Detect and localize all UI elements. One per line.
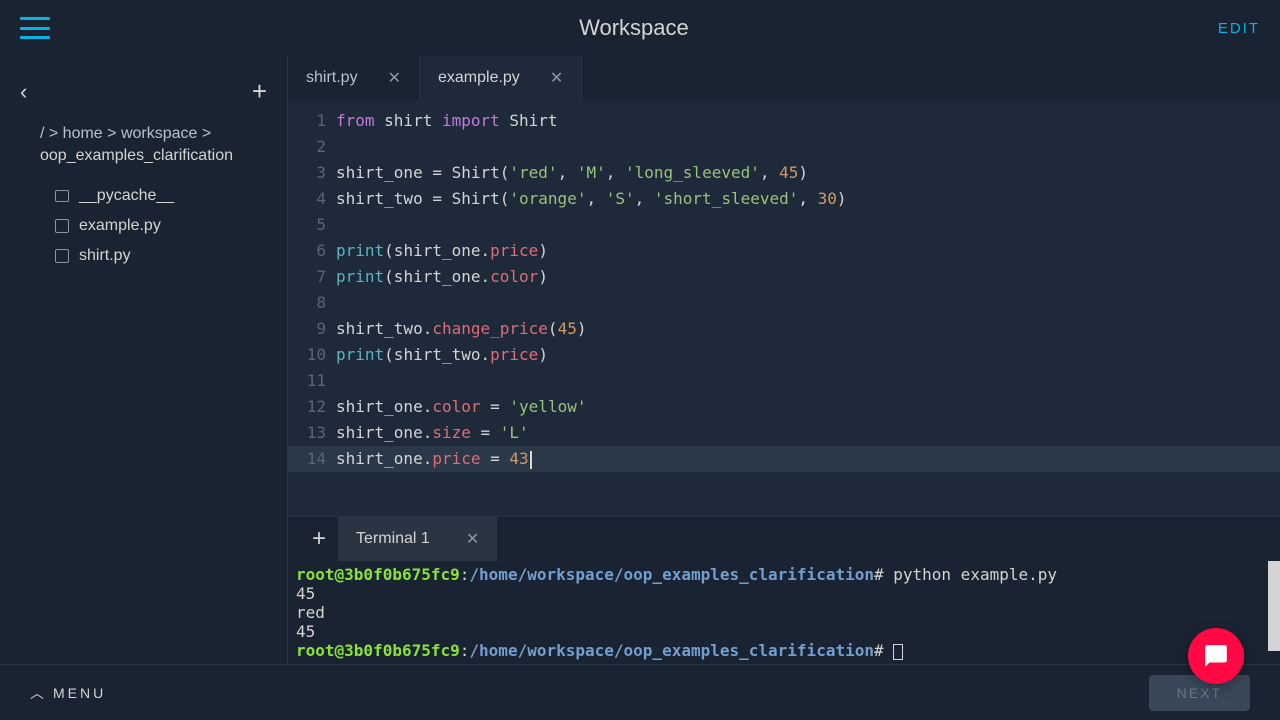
editor-tab[interactable]: shirt.py ✕	[288, 56, 420, 100]
editor-tabs: shirt.py ✕ example.py ✕	[288, 56, 1280, 100]
code-line[interactable]: 7print(shirt_one.color)	[288, 264, 1280, 290]
code-line[interactable]: 3shirt_one = Shirt('red', 'M', 'long_sle…	[288, 160, 1280, 186]
line-number: 7	[288, 264, 336, 290]
tab-label: example.py	[438, 69, 520, 87]
line-number: 6	[288, 238, 336, 264]
code-editor[interactable]: 1from shirt import Shirt23shirt_one = Sh…	[288, 100, 1280, 516]
chevron-up-icon: ︿	[30, 683, 47, 703]
text-cursor	[530, 451, 532, 469]
line-number: 14	[288, 446, 336, 472]
code-content: shirt_one = Shirt('red', 'M', 'long_slee…	[336, 160, 1280, 186]
file-name: example.py	[79, 217, 161, 235]
terminal-cursor	[893, 644, 903, 660]
folder-item[interactable]: __pycache__	[0, 181, 287, 211]
menu-toggle[interactable]: ︿ MENU	[30, 683, 106, 703]
line-number: 4	[288, 186, 336, 212]
line-number: 13	[288, 420, 336, 446]
code-line[interactable]: 13shirt_one.size = 'L'	[288, 420, 1280, 446]
code-line[interactable]: 12shirt_one.color = 'yellow'	[288, 394, 1280, 420]
code-content: shirt_two.change_price(45)	[336, 316, 1280, 342]
file-name: __pycache__	[79, 187, 174, 205]
code-content	[336, 134, 1280, 160]
chat-icon	[1203, 643, 1229, 669]
breadcrumb[interactable]: / > home > workspace >	[0, 117, 287, 145]
code-line[interactable]: 4shirt_two = Shirt('orange', 'S', 'short…	[288, 186, 1280, 212]
code-content	[336, 290, 1280, 316]
file-icon	[55, 219, 69, 233]
bottom-bar: ︿ MENU NEXT	[0, 664, 1280, 720]
code-content	[336, 212, 1280, 238]
file-list: __pycache__ example.py shirt.py	[0, 175, 287, 277]
terminal-panel: + Terminal 1 ✕ root@3b0f0b675fc9:/home/w…	[288, 516, 1280, 664]
scrollbar[interactable]	[1268, 561, 1280, 651]
line-number: 8	[288, 290, 336, 316]
current-folder: oop_examples_clarification	[0, 145, 287, 175]
terminal-tab[interactable]: Terminal 1 ✕	[338, 517, 497, 561]
file-name: shirt.py	[79, 247, 131, 265]
terminal-line: red	[296, 603, 1272, 622]
code-line[interactable]: 6print(shirt_one.price)	[288, 238, 1280, 264]
chat-button[interactable]	[1188, 628, 1244, 684]
code-line[interactable]: 2	[288, 134, 1280, 160]
line-number: 5	[288, 212, 336, 238]
file-explorer-sidebar: ‹ + / > home > workspace > oop_examples_…	[0, 56, 288, 664]
new-file-icon[interactable]: +	[252, 76, 267, 107]
next-button[interactable]: NEXT	[1149, 675, 1250, 711]
line-number: 9	[288, 316, 336, 342]
code-line[interactable]: 11	[288, 368, 1280, 394]
code-line[interactable]: 1from shirt import Shirt	[288, 108, 1280, 134]
code-content: shirt_one.color = 'yellow'	[336, 394, 1280, 420]
file-item[interactable]: shirt.py	[0, 241, 287, 271]
terminal-line: root@3b0f0b675fc9:/home/workspace/oop_ex…	[296, 641, 1272, 660]
new-terminal-icon[interactable]: +	[300, 525, 338, 553]
line-number: 1	[288, 108, 336, 134]
top-bar: Workspace EDIT	[0, 0, 1280, 56]
close-icon[interactable]: ✕	[388, 68, 401, 88]
editor-area: shirt.py ✕ example.py ✕ 1from shirt impo…	[288, 56, 1280, 664]
file-item[interactable]: example.py	[0, 211, 287, 241]
terminal-line: 45	[296, 622, 1272, 641]
line-number: 2	[288, 134, 336, 160]
terminal-output[interactable]: root@3b0f0b675fc9:/home/workspace/oop_ex…	[288, 561, 1280, 664]
code-content: shirt_one.size = 'L'	[336, 420, 1280, 446]
terminal-tab-label: Terminal 1	[356, 530, 430, 548]
edit-button[interactable]: EDIT	[1218, 20, 1260, 37]
tab-label: shirt.py	[306, 69, 358, 87]
code-content: shirt_two = Shirt('orange', 'S', 'short_…	[336, 186, 1280, 212]
code-line[interactable]: 14shirt_one.price = 43	[288, 446, 1280, 472]
line-number: 12	[288, 394, 336, 420]
back-icon[interactable]: ‹	[20, 79, 27, 105]
code-content: from shirt import Shirt	[336, 108, 1280, 134]
code-line[interactable]: 8	[288, 290, 1280, 316]
folder-icon	[55, 190, 69, 202]
terminal-line: root@3b0f0b675fc9:/home/workspace/oop_ex…	[296, 565, 1272, 584]
page-title: Workspace	[50, 15, 1218, 41]
file-icon	[55, 249, 69, 263]
line-number: 3	[288, 160, 336, 186]
close-icon[interactable]: ✕	[550, 68, 563, 88]
menu-label: MENU	[53, 685, 106, 701]
code-content: print(shirt_one.color)	[336, 264, 1280, 290]
editor-tab-active[interactable]: example.py ✕	[420, 56, 582, 100]
code-content	[336, 368, 1280, 394]
code-line[interactable]: 9shirt_two.change_price(45)	[288, 316, 1280, 342]
code-content: print(shirt_two.price)	[336, 342, 1280, 368]
code-line[interactable]: 10print(shirt_two.price)	[288, 342, 1280, 368]
code-content: shirt_one.price = 43	[336, 446, 1280, 472]
workspace-area: ‹ + / > home > workspace > oop_examples_…	[0, 56, 1280, 664]
terminal-line: 45	[296, 584, 1272, 603]
hamburger-menu-icon[interactable]	[20, 17, 50, 39]
line-number: 10	[288, 342, 336, 368]
close-icon[interactable]: ✕	[466, 529, 479, 549]
line-number: 11	[288, 368, 336, 394]
code-content: print(shirt_one.price)	[336, 238, 1280, 264]
code-line[interactable]: 5	[288, 212, 1280, 238]
